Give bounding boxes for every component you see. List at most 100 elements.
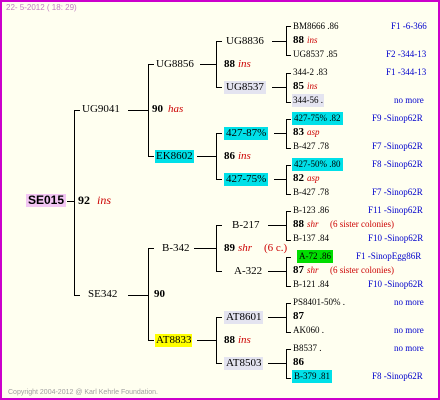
gen4-top-id: B-123 .86 <box>293 205 329 215</box>
gen4-mid-year: 86 <box>293 356 304 368</box>
connector <box>216 133 222 134</box>
gen4-top-line: F1 -SinopEgg86R <box>356 251 422 261</box>
connector <box>148 64 149 156</box>
gen4-top-id: 344-2 .83 <box>293 67 328 77</box>
connector <box>286 119 291 120</box>
connector <box>286 240 291 241</box>
gen4-mid-tag: asp <box>307 173 320 183</box>
connector <box>194 248 216 249</box>
queen-gen3-c-tag: ins <box>238 150 251 162</box>
queen-gen3-d-id: 427-75% <box>224 173 269 186</box>
connector <box>197 340 216 341</box>
connector <box>197 156 216 157</box>
queen-gen3-g-id: AT8601 <box>224 311 264 324</box>
connector <box>148 64 154 65</box>
connector <box>286 211 291 212</box>
connector <box>74 110 75 296</box>
connector <box>286 303 287 332</box>
connector <box>286 257 287 286</box>
connector <box>286 55 291 56</box>
gen4-top-line: F8 -Sinop62R <box>372 159 423 169</box>
connector <box>274 133 286 134</box>
connector <box>200 64 216 65</box>
gen4-bottom-line: F2 -344-13 <box>386 49 427 59</box>
queen-gen3-a-tag: ins <box>238 58 251 70</box>
connector <box>216 179 222 180</box>
connector <box>148 248 154 249</box>
queen-mm-id: AT8833 <box>155 334 193 347</box>
gen4-top-id: 427-75% .82 <box>292 112 343 125</box>
connector <box>274 179 286 180</box>
gen4-bottom-line: no more <box>394 325 424 335</box>
connector <box>216 133 217 179</box>
connector <box>74 295 80 296</box>
gen4-mid-year: 87 <box>293 264 304 276</box>
gen4-mid-year: 88 <box>293 218 304 230</box>
connector <box>286 332 291 333</box>
queen-root-tag: ins <box>97 193 112 207</box>
connector <box>216 363 222 364</box>
gen4-bottom-line: F8 -Sinop62R <box>372 371 423 381</box>
gen4-mid-year: 83 <box>293 126 304 138</box>
connector <box>148 340 154 341</box>
connector <box>286 211 287 240</box>
pedigree-chart: 22- 5-2012 ( 18: 29) SE015 92 ins UG9041… <box>0 0 440 400</box>
connector <box>272 87 286 88</box>
gen4-top-id: A-72 .86 <box>297 250 333 263</box>
connector <box>148 156 154 157</box>
gen4-top-line: F9 -Sinop62R <box>372 113 423 123</box>
gen4-mid-year: 82 <box>293 172 304 184</box>
gen4-bottom-id: B-427 .78 <box>293 141 329 151</box>
queen-gen3-c-year: 86 <box>224 150 235 162</box>
gen2-father-tag: has <box>168 103 184 115</box>
connector <box>216 271 222 272</box>
gen4-mid-note: (6 sister colonies) <box>330 219 394 229</box>
connector <box>216 225 222 226</box>
connector <box>286 73 287 102</box>
connector <box>128 110 148 111</box>
queen-gen3-a-id: UG8836 <box>226 35 264 47</box>
gen4-bottom-id: B-427 .78 <box>293 187 329 197</box>
queen-gen3-e-year: 89 <box>224 242 235 254</box>
connector <box>268 317 286 318</box>
gen4-mid-tag: ins <box>307 35 318 45</box>
queen-gen3-e-note: (6 c.) <box>264 242 288 254</box>
connector <box>216 41 217 87</box>
gen4-top-id: BM8666 .86 <box>293 21 339 31</box>
queen-gen3-c-id: 427-87% <box>224 127 269 140</box>
connector <box>148 248 149 340</box>
connector <box>286 165 287 194</box>
gen2-father-year: 90 <box>152 103 163 115</box>
queen-gen3-e-tag: shr <box>238 242 253 254</box>
queen-father-id: UG9041 <box>82 103 120 115</box>
connector <box>286 26 287 55</box>
gen4-bottom-id: AK060 . <box>293 325 324 335</box>
gen4-top-id: 427-50% .80 <box>292 158 343 171</box>
connector <box>268 271 286 272</box>
queen-mother-id: SE342 <box>88 288 118 300</box>
queen-gen3-e-id: B-217 <box>232 219 260 231</box>
gen4-mid-year: 87 <box>293 310 304 322</box>
connector <box>268 363 286 364</box>
queen-gen3-a-year: 88 <box>224 58 235 70</box>
gen4-bottom-id: B-379 .81 <box>292 370 332 383</box>
gen4-mid-tag: asp <box>307 127 320 137</box>
queen-gen3-g-year: 88 <box>224 334 235 346</box>
gen4-mid-year: 88 <box>293 34 304 46</box>
queen-root-year: 92 <box>78 193 90 207</box>
connector <box>216 317 217 363</box>
gen4-bottom-line: no more <box>394 95 424 105</box>
queen-gen3-h-id: AT8503 <box>224 357 264 370</box>
queen-gen3-f-id: A-322 <box>234 265 263 277</box>
gen4-mid-note: (6 sister colonies) <box>330 265 394 275</box>
connector <box>286 102 291 103</box>
connector <box>286 148 291 149</box>
gen4-bottom-id: B-121 .84 <box>293 279 329 289</box>
gen4-mid-year: 85 <box>293 80 304 92</box>
gen4-bottom-id: UG8537 .85 <box>293 49 338 59</box>
queen-ff-id: UG8856 <box>156 58 194 70</box>
queen-gen3-b-id: UG8537 <box>224 81 266 94</box>
connector <box>286 165 291 166</box>
gen4-top-line: F1 -344-13 <box>386 67 427 77</box>
connector <box>216 41 222 42</box>
